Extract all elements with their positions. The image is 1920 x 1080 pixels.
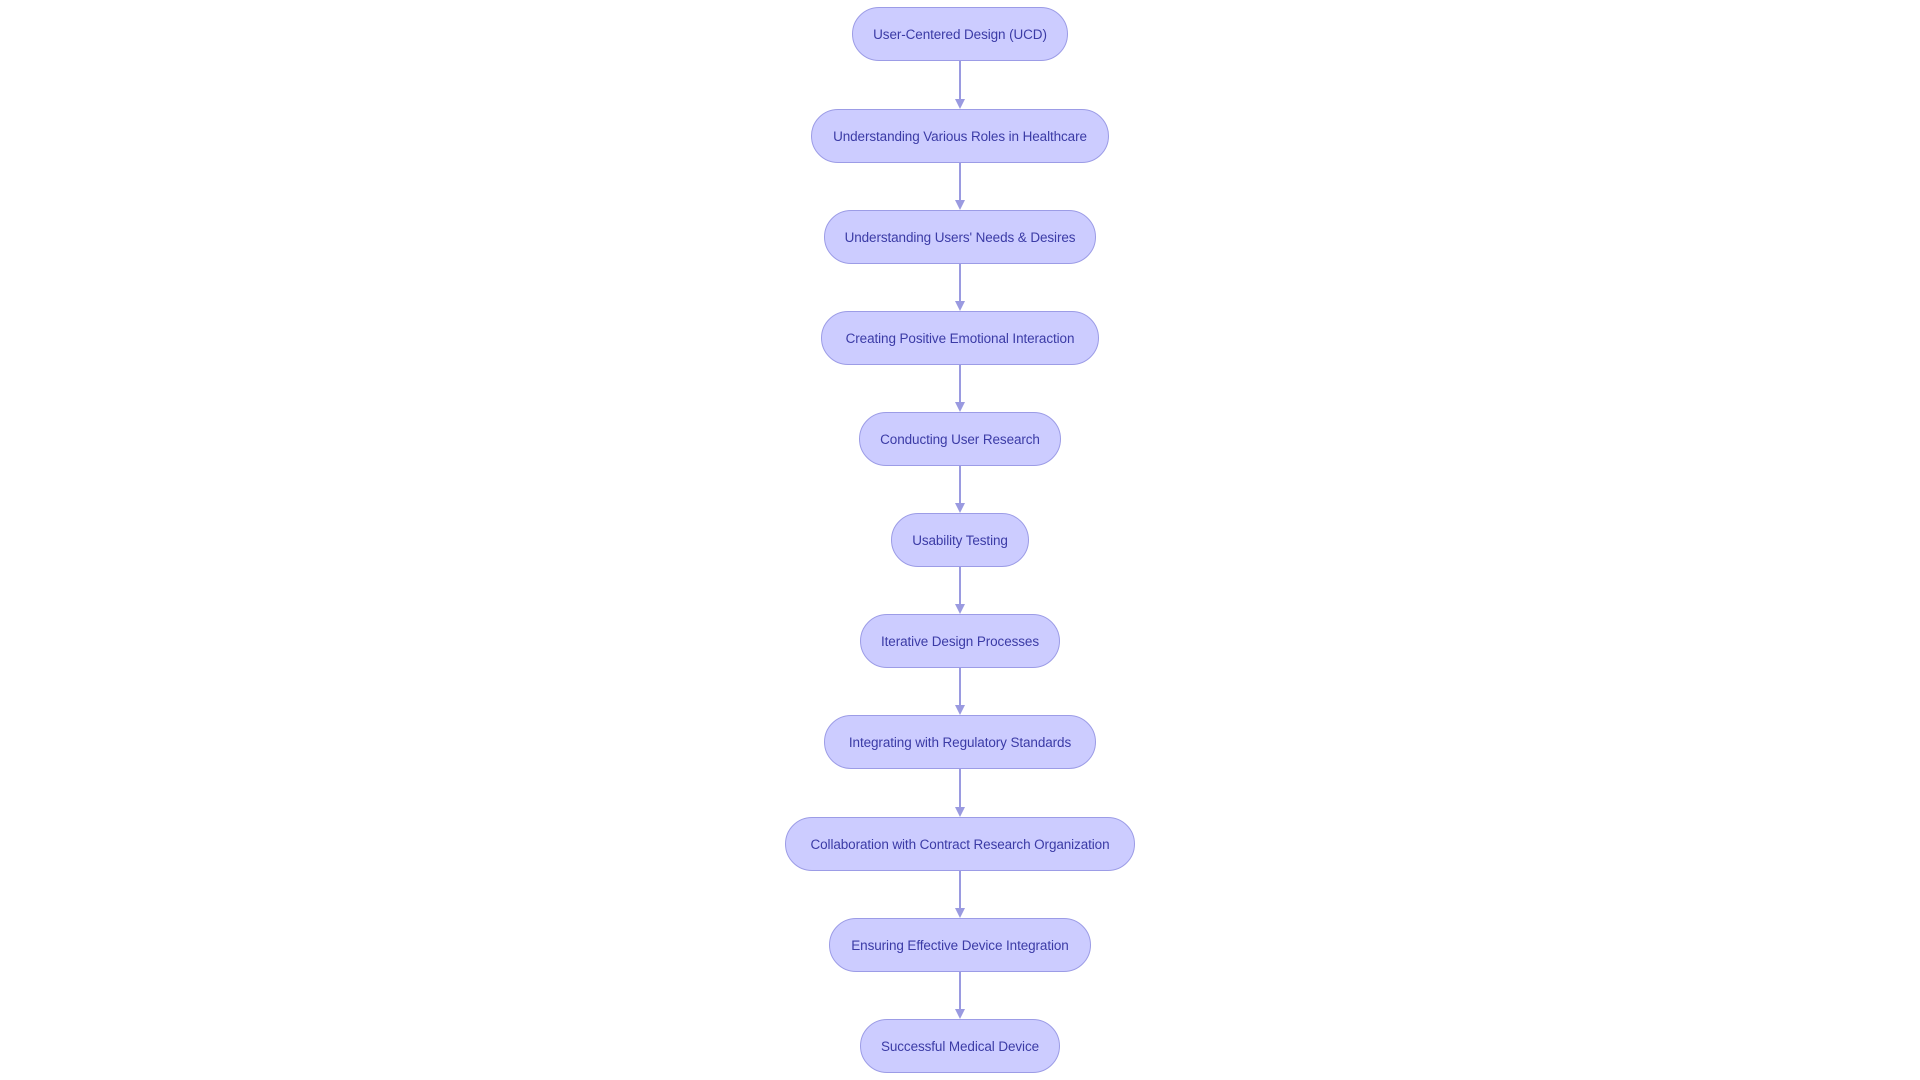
- node-label: Understanding Users' Needs & Desires: [844, 229, 1076, 245]
- edge-arrow: [955, 567, 965, 614]
- edge-arrow: [955, 365, 965, 412]
- node-regulatory-standards[interactable]: Integrating with Regulatory Standards: [824, 715, 1096, 769]
- edge-arrow: [955, 61, 965, 109]
- node-user-centered-design[interactable]: User-Centered Design (UCD): [852, 7, 1068, 61]
- node-understanding-roles[interactable]: Understanding Various Roles in Healthcar…: [811, 109, 1109, 163]
- node-iterative-design[interactable]: Iterative Design Processes: [860, 614, 1060, 668]
- arrowhead-icon: [955, 301, 965, 311]
- edge-arrow: [955, 264, 965, 311]
- node-device-integration[interactable]: Ensuring Effective Device Integration: [829, 918, 1091, 972]
- edge-arrow: [955, 871, 965, 918]
- node-positive-emotional-interaction[interactable]: Creating Positive Emotional Interaction: [821, 311, 1099, 365]
- edge-arrow: [955, 163, 965, 210]
- edge-arrow: [955, 668, 965, 715]
- edge-arrow: [955, 466, 965, 513]
- node-label: User-Centered Design (UCD): [873, 26, 1047, 42]
- node-label: Usability Testing: [912, 532, 1008, 548]
- arrowhead-icon: [955, 99, 965, 109]
- node-label: Understanding Various Roles in Healthcar…: [833, 128, 1087, 144]
- node-usability-testing[interactable]: Usability Testing: [891, 513, 1029, 567]
- node-user-research[interactable]: Conducting User Research: [859, 412, 1061, 466]
- arrowhead-icon: [955, 1009, 965, 1019]
- flowchart-canvas: User-Centered Design (UCD) Understanding…: [0, 0, 1920, 1080]
- node-understanding-needs[interactable]: Understanding Users' Needs & Desires: [824, 210, 1096, 264]
- node-label: Conducting User Research: [880, 431, 1040, 447]
- arrowhead-icon: [955, 807, 965, 817]
- node-cro-collaboration[interactable]: Collaboration with Contract Research Org…: [785, 817, 1135, 871]
- edge-arrow: [955, 769, 965, 817]
- node-successful-medical-device[interactable]: Successful Medical Device: [860, 1019, 1060, 1073]
- node-label: Creating Positive Emotional Interaction: [845, 330, 1075, 346]
- node-label: Successful Medical Device: [880, 1038, 1040, 1054]
- node-label: Integrating with Regulatory Standards: [848, 734, 1072, 750]
- arrowhead-icon: [955, 200, 965, 210]
- arrowhead-icon: [955, 402, 965, 412]
- node-label: Ensuring Effective Device Integration: [851, 937, 1069, 953]
- arrowhead-icon: [955, 908, 965, 918]
- arrowhead-icon: [955, 705, 965, 715]
- edge-arrow: [955, 972, 965, 1019]
- node-label: Collaboration with Contract Research Org…: [810, 836, 1110, 852]
- node-label: Iterative Design Processes: [881, 633, 1039, 649]
- arrowhead-icon: [955, 604, 965, 614]
- arrowhead-icon: [955, 503, 965, 513]
